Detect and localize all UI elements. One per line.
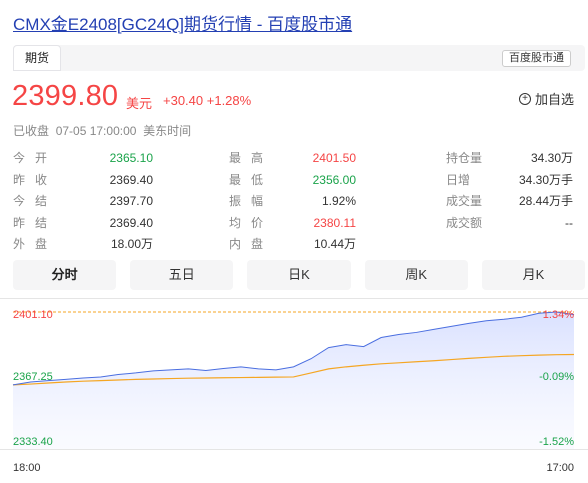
- status-text: 已收盘: [13, 124, 50, 138]
- pct-axis-top-label: 1.34%: [543, 309, 574, 321]
- stat-value: --: [565, 215, 573, 230]
- stat-label: 振幅: [229, 194, 274, 208]
- stat-value: 34.30万手: [518, 172, 573, 187]
- add-watchlist-button[interactable]: + 加自选: [518, 89, 574, 108]
- stats-column-3: 持仓量 34.30万日增 34.30万手成交量 28.44万手成交额 --: [446, 148, 573, 234]
- stat-label: 内盘: [229, 237, 274, 251]
- price-change: +30.40 +1.28%: [163, 93, 251, 108]
- stat-label: 昨结: [13, 215, 58, 230]
- stat-row: 昨结 2369.40: [13, 213, 153, 235]
- stat-value: 2369.40: [109, 215, 153, 230]
- stat-value: 2369.40: [109, 172, 153, 187]
- stat-value: 2401.50: [312, 151, 356, 165]
- stat-row: 昨收 2369.40: [13, 170, 153, 192]
- stat-value: 2356.00: [312, 172, 356, 187]
- stat-row: 最低 2356.00: [229, 170, 356, 192]
- page-title-link[interactable]: CMX金E2408[GC24Q]期货行情 - 百度股市通: [13, 10, 352, 35]
- stat-label: 持仓量: [446, 151, 483, 165]
- source-tabbar: 期货 百度股市通: [13, 45, 585, 71]
- y-axis-bottom-label: 2333.40: [13, 436, 53, 448]
- y-axis-mid-label: 2367.25: [13, 371, 53, 383]
- period-tabs: 分时 五日 日K 周K 月K: [13, 260, 586, 290]
- intraday-chart[interactable]: 2401.10 2367.25 2333.40 1.34% -0.09% -1.52%: [0, 298, 588, 460]
- tab-futures[interactable]: 期货: [13, 45, 61, 71]
- stat-row: 成交额 --: [446, 213, 573, 235]
- stat-value: 2365.10: [109, 151, 153, 165]
- stat-label: 外盘: [13, 237, 58, 251]
- stat-label: 昨收: [13, 172, 58, 187]
- pct-axis-mid-label: -0.09%: [539, 371, 574, 383]
- status-timezone: 美东时间: [143, 124, 192, 138]
- stat-row: 最高 2401.50: [229, 148, 356, 170]
- stat-label: 成交额: [446, 215, 483, 230]
- stat-value: 34.30万: [530, 151, 573, 165]
- stats-column-1: 今开 2365.10 昨收 2369.40 今结 2397.70 昨结 2369.40 外盘 18…: [13, 148, 153, 256]
- stats-column-2: 最高 2401.50 最低 2356.00 振幅 1.92% 均价 2380.11 内盘 10.4…: [229, 148, 356, 256]
- period-tab[interactable]: 周K: [364, 260, 468, 290]
- stat-label: 今结: [13, 194, 58, 208]
- current-price: 2399.80: [12, 80, 119, 112]
- stat-label: 今开: [13, 151, 58, 165]
- currency-unit: 美元: [126, 96, 153, 111]
- stat-row: 日增 34.30万手: [446, 170, 573, 192]
- stat-row: 内盘 10.44万: [229, 234, 356, 256]
- status-time: 07-05 17:00:00: [55, 124, 137, 138]
- stat-row: 今结 2397.70: [13, 191, 153, 213]
- plus-circle-icon: +: [518, 92, 531, 105]
- add-watchlist-label: 加自选: [534, 92, 574, 107]
- stat-label: 均价: [229, 215, 274, 230]
- stat-row: 外盘 18.00万: [13, 234, 153, 256]
- stat-value: 28.44万手: [518, 194, 573, 208]
- stat-value: 2397.70: [109, 194, 153, 208]
- period-tab[interactable]: 五日: [130, 260, 234, 290]
- market-status: 已收盘 07-05 17:00:00 美东时间: [13, 122, 191, 139]
- period-tab[interactable]: 日K: [247, 260, 351, 290]
- stat-label: 成交量: [446, 194, 483, 208]
- stat-row: 今开 2365.10: [13, 148, 153, 170]
- y-axis-top-label: 2401.10: [13, 309, 53, 321]
- period-tab[interactable]: 月K: [481, 260, 586, 290]
- stat-row: 振幅 1.92%: [229, 191, 356, 213]
- stat-value: 10.44万: [313, 237, 356, 251]
- x-axis-end-label: 17:00: [546, 462, 574, 474]
- stat-value: 2380.11: [313, 215, 357, 230]
- stat-label: 日增: [446, 172, 471, 187]
- stat-value: 18.00万: [110, 237, 153, 251]
- stat-row: 成交量 28.44万手: [446, 191, 573, 213]
- x-axis-start-label: 18:00: [13, 462, 41, 474]
- pct-axis-bottom-label: -1.52%: [539, 436, 574, 448]
- stat-label: 最高: [229, 151, 274, 165]
- baidu-stock-button[interactable]: 百度股市通: [502, 50, 571, 67]
- change-value: +30.40: [163, 93, 204, 108]
- change-percent: +1.28%: [206, 93, 252, 108]
- stat-label: 最低: [229, 172, 274, 187]
- stat-row: 持仓量 34.30万: [446, 148, 573, 170]
- period-tab[interactable]: 分时: [13, 260, 117, 290]
- stat-value: 1.92%: [321, 194, 356, 208]
- stat-row: 均价 2380.11: [229, 213, 356, 235]
